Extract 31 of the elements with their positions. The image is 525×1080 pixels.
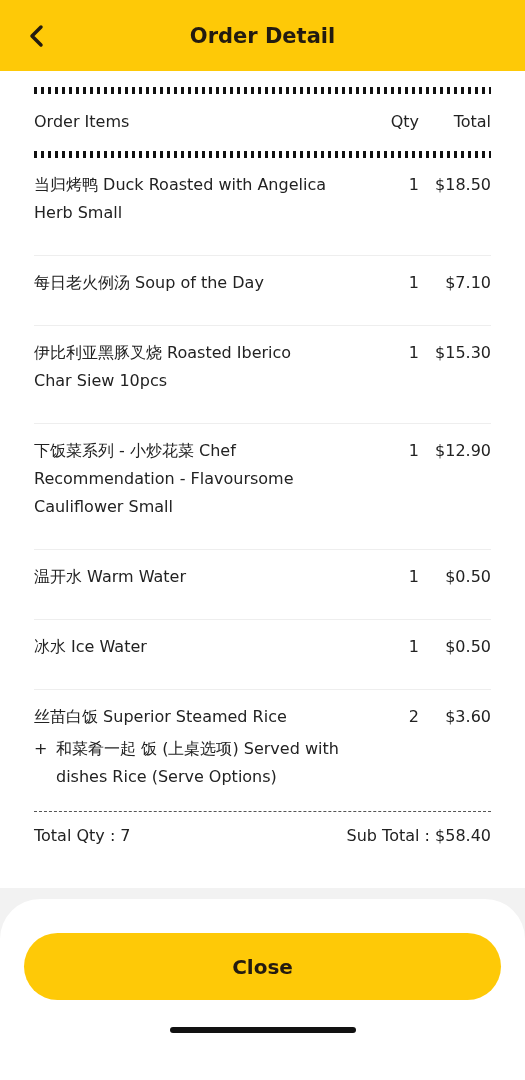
item-name: 当归烤鸭 Duck Roasted with Angelica Herb Small <box>34 174 327 224</box>
item-name: 每日老火例汤 Soup of the Day <box>34 272 265 294</box>
item-name: 伊比利亚黑豚叉烧 Roasted Iberico Char Siew 10pcs <box>34 342 293 392</box>
item-name: 温开水 Warm Water <box>34 566 187 588</box>
total-qty: Total Qty : 7 <box>34 826 131 845</box>
column-header: Qty <box>389 112 419 131</box>
item-total: $15.30 <box>434 342 491 364</box>
item-name: 丝苗白饭 Superior Steamed Rice <box>34 706 288 728</box>
item-total: $12.90 <box>434 440 491 462</box>
item-qty: 2 <box>407 706 419 728</box>
item-total: $18.50 <box>434 174 491 196</box>
page-title: Order Detail <box>189 23 336 48</box>
item-total: $7.10 <box>444 272 491 294</box>
addon-text: 和菜肴一起 饭 (上桌选项) Served with dishes Rice (Serve Options) <box>56 738 340 788</box>
item-qty: 1 <box>407 440 419 462</box>
item-total: $0.50 <box>444 636 491 658</box>
item-name: 下饭菜系列 - 小炒花菜 Chef Recommendation - Flavoursome Cauliflower Small <box>34 440 295 518</box>
close-button[interactable]: Close <box>24 933 501 1000</box>
chevron-left-icon <box>28 24 44 48</box>
item-qty: 1 <box>407 566 419 588</box>
item-name: 冰水 Ice Water <box>34 636 148 658</box>
addon-prefix: + <box>34 738 49 760</box>
item-qty: 1 <box>407 636 419 658</box>
column-header: Total <box>452 112 491 131</box>
item-qty: 1 <box>407 272 419 294</box>
column-header: Order Items <box>34 112 130 131</box>
sub-total: Sub Total : $58.40 <box>346 826 491 845</box>
item-qty: 1 <box>407 174 419 196</box>
item-total: $0.50 <box>444 566 491 588</box>
item-total: $3.60 <box>444 706 491 728</box>
item-qty: 1 <box>407 342 419 364</box>
